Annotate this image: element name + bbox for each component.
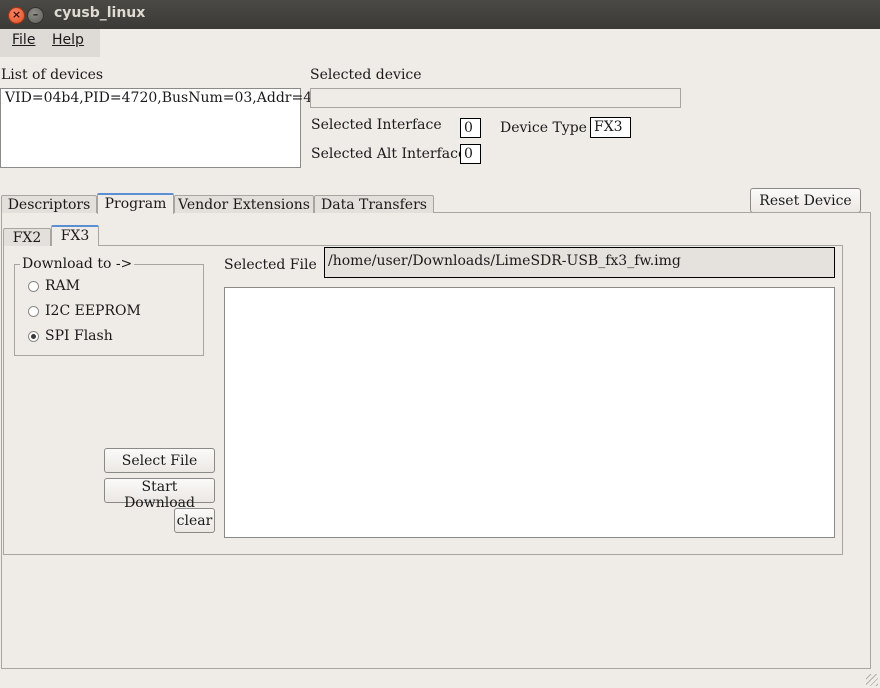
device-list[interactable]: VID=04b4,PID=4720,BusNum=03,Addr=4 bbox=[0, 88, 312, 168]
radio-ram-label: RAM bbox=[45, 278, 80, 294]
menu-file[interactable]: File bbox=[12, 32, 35, 48]
tab-program[interactable]: Program bbox=[97, 193, 174, 214]
menu-help[interactable]: Help bbox=[52, 32, 84, 48]
radio-i2c-eeprom-label: I2C EEPROM bbox=[45, 303, 141, 319]
radio-i2c-eeprom-indicator[interactable] bbox=[28, 306, 39, 317]
selected-file-label: Selected File bbox=[224, 257, 317, 273]
tab-descriptors[interactable]: Descriptors bbox=[1, 195, 97, 213]
window-minimize-button[interactable]: – bbox=[27, 7, 44, 24]
tab-vendor-extensions[interactable]: Vendor Extensions bbox=[174, 195, 314, 213]
download-group-title: Download to -> bbox=[20, 256, 135, 272]
tab-data-transfers[interactable]: Data Transfers bbox=[314, 195, 434, 213]
devices-label: List of devices bbox=[1, 67, 104, 83]
selected-interface-label: Selected Interface bbox=[311, 117, 442, 133]
device-list-item[interactable]: VID=04b4,PID=4720,BusNum=03,Addr=4 bbox=[5, 90, 312, 106]
start-download-button[interactable]: Start Download bbox=[104, 478, 215, 511]
radio-spi-flash[interactable]: SPI Flash bbox=[26, 328, 186, 346]
selected-alt-interface-label: Selected Alt Interface bbox=[311, 146, 467, 162]
radio-spi-flash-indicator[interactable] bbox=[28, 331, 39, 342]
radio-i2c-eeprom[interactable]: I2C EEPROM bbox=[26, 303, 186, 321]
close-icon: × bbox=[11, 8, 22, 21]
subtab-fx3[interactable]: FX3 bbox=[51, 225, 99, 246]
selected-file-path-text: /home/user/Downloads/LimeSDR-USB_fx3_fw.… bbox=[328, 253, 681, 269]
minimize-icon: – bbox=[32, 8, 39, 21]
selected-alt-interface-value: 0 bbox=[460, 144, 481, 164]
resize-grip[interactable] bbox=[866, 674, 878, 686]
selected-file-path: /home/user/Downloads/LimeSDR-USB_fx3_fw.… bbox=[324, 247, 835, 278]
reset-device-button[interactable]: Reset Device bbox=[750, 188, 861, 213]
window-close-button[interactable]: × bbox=[8, 7, 25, 24]
subtab-fx2[interactable]: FX2 bbox=[3, 228, 51, 246]
log-textarea[interactable] bbox=[224, 287, 835, 538]
selected-device-label: Selected device bbox=[310, 67, 422, 83]
radio-spi-flash-label: SPI Flash bbox=[45, 328, 113, 344]
device-type-label: Device Type bbox=[500, 120, 587, 136]
window-title: cyusb_linux bbox=[54, 5, 146, 21]
select-file-button[interactable]: Select File bbox=[104, 448, 215, 473]
clear-button[interactable]: clear bbox=[174, 508, 215, 533]
selected-device-field bbox=[310, 88, 681, 108]
selected-interface-value: 0 bbox=[460, 118, 481, 138]
device-type-value: FX3 bbox=[590, 117, 631, 138]
radio-ram-indicator[interactable] bbox=[28, 281, 39, 292]
radio-ram[interactable]: RAM bbox=[26, 278, 186, 296]
